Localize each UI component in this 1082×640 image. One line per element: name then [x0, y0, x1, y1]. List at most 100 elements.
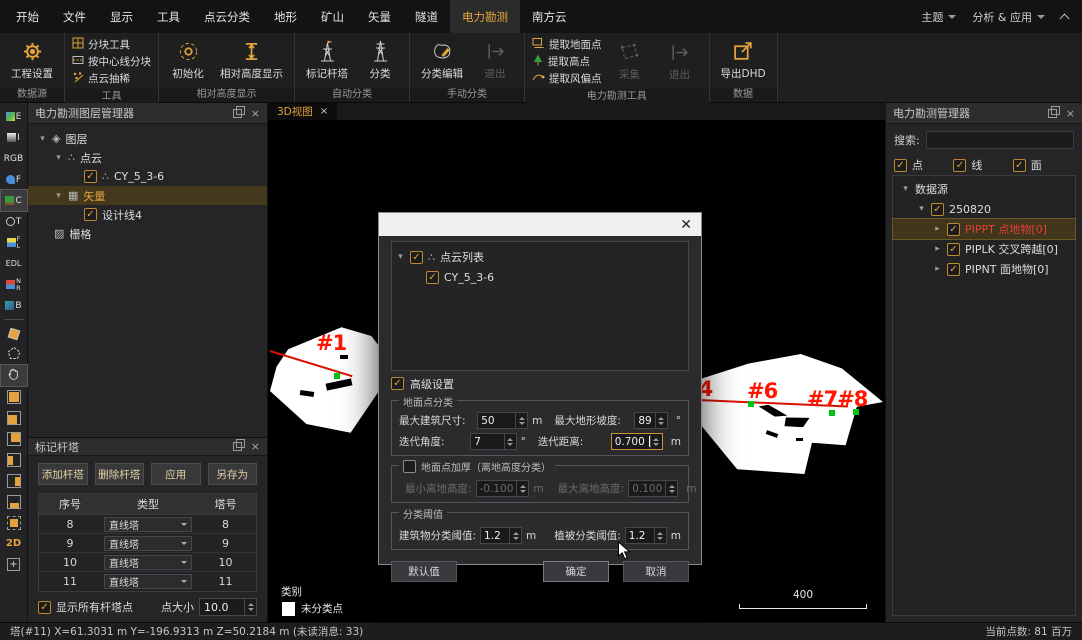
tree-item-layers[interactable]: ▾ ◈ 图层 [28, 129, 267, 148]
filter-face-checkbox[interactable]: ✓面 [1013, 157, 1072, 173]
tree-item-cy536[interactable]: ✓ ∴ CY_5_3-6 [28, 167, 267, 186]
expander-icon[interactable]: ▾ [38, 134, 47, 144]
view-cube-iso-button[interactable] [1, 386, 27, 407]
checkbox-checked[interactable]: ✓ [947, 223, 960, 236]
view-cube-back-button[interactable] [1, 428, 27, 449]
table-row[interactable]: 8 直线塔 8 [39, 515, 256, 534]
default-values-button[interactable]: 默认值 [391, 561, 457, 582]
extract-high-points-button[interactable]: 提取高点 [532, 53, 602, 69]
blend-render-button[interactable]: B [1, 295, 27, 316]
checkbox-checked[interactable]: ✓ [1013, 159, 1026, 172]
building-threshold-input[interactable]: 1.2 [480, 527, 522, 544]
float-panel-icon[interactable] [1048, 109, 1057, 118]
tree-item-designline4[interactable]: ✓ 设计线4 [28, 205, 267, 224]
collapse-ribbon-icon[interactable] [1060, 13, 1070, 23]
tab-3d-view[interactable]: 3D视图 × [268, 103, 337, 120]
menu-item-vector[interactable]: 矢量 [356, 0, 403, 33]
cancel-button[interactable]: 取消 [623, 561, 689, 582]
menu-item-terrain[interactable]: 地形 [262, 0, 309, 33]
menu-item-power-survey[interactable]: 电力勘测 [450, 0, 520, 33]
table-row[interactable]: 10 直线塔 10 [39, 553, 256, 572]
view-cube-right-button[interactable] [1, 470, 27, 491]
expander-icon[interactable]: ▾ [901, 184, 910, 194]
show-all-tower-points-checkbox[interactable]: ✓ [38, 601, 51, 614]
rgb-render-button[interactable]: RGB [1, 148, 27, 169]
mark-towers-button[interactable]: 标记杆塔 [302, 37, 352, 83]
checkbox-checked[interactable]: ✓ [84, 208, 97, 221]
menu-item-mine[interactable]: 矿山 [309, 0, 356, 33]
checkbox-checked[interactable]: ✓ [947, 263, 960, 276]
menu-item-tools[interactable]: 工具 [145, 0, 192, 33]
classify-button[interactable]: 分类 [358, 37, 402, 83]
expander-icon[interactable]: ▾ [54, 153, 63, 163]
point-size-spinner[interactable]: 10.0 [199, 598, 257, 616]
number-of-returns-button[interactable]: NR [1, 274, 27, 295]
flight-line-render-button[interactable]: F [1, 169, 27, 190]
add-viewport-button[interactable]: + [1, 554, 27, 575]
save-as-button[interactable]: 另存为 [208, 463, 258, 485]
first-last-return-button[interactable]: FL [1, 232, 27, 253]
table-row[interactable]: 11 直线塔 11 [39, 572, 256, 591]
close-panel-icon[interactable]: × [251, 441, 260, 452]
zoom-extent-button[interactable] [1, 512, 27, 533]
block-tool-button[interactable]: 分块工具 [72, 36, 151, 52]
max-building-size-input[interactable]: 50 [477, 412, 528, 429]
checkbox-checked[interactable]: ✓ [947, 243, 960, 256]
close-tab-icon[interactable]: × [320, 106, 328, 117]
tree-item-pointcloud-list[interactable]: ▾ ✓ ∴ 点云列表 [396, 247, 684, 267]
tree-item-raster[interactable]: ▨ 栅格 [28, 224, 267, 243]
spinner-arrows[interactable] [509, 528, 521, 543]
checkbox-checked[interactable]: ✓ [84, 170, 97, 183]
tree-item-250820[interactable]: ▾ ✓ 250820 [893, 199, 1075, 219]
theme-dropdown[interactable]: 主题 [921, 9, 956, 25]
float-panel-icon[interactable] [233, 109, 242, 118]
filter-point-checkbox[interactable]: ✓点 [894, 157, 953, 173]
spinner-arrows[interactable] [650, 434, 662, 449]
filter-line-checkbox[interactable]: ✓线 [953, 157, 1012, 173]
spinner-arrows[interactable] [515, 413, 527, 428]
intensity-render-button[interactable]: I [1, 127, 27, 148]
vegetation-threshold-input[interactable]: 1.2 [625, 527, 667, 544]
pan-tool[interactable] [1, 365, 27, 386]
checkbox-checked[interactable]: ✓ [953, 159, 966, 172]
expander-icon[interactable]: ▾ [917, 204, 926, 214]
elevation-render-button[interactable]: E [1, 106, 27, 127]
tree-item-vector[interactable]: ▾ ▦ 矢量 [28, 186, 267, 205]
dialog-titlebar[interactable]: ✕ [379, 213, 701, 236]
expander-icon[interactable]: ▸ [933, 244, 942, 254]
menu-item-southern-cloud[interactable]: 南方云 [520, 0, 579, 33]
tower-type-dropdown[interactable]: 直线塔 [104, 517, 192, 532]
extract-windage-points-button[interactable]: 提取风偏点 [532, 70, 602, 86]
iteration-distance-input[interactable]: 0.700 [611, 433, 663, 450]
expander-icon[interactable]: ▸ [933, 224, 942, 234]
close-panel-icon[interactable]: × [1066, 108, 1075, 119]
expander-icon[interactable]: ▾ [396, 252, 405, 262]
paint-bucket-tool[interactable] [1, 323, 27, 344]
table-row[interactable]: 9 直线塔 9 [39, 534, 256, 553]
menu-item-display[interactable]: 显示 [98, 0, 145, 33]
expander-icon[interactable]: ▾ [54, 191, 63, 201]
menu-item-file[interactable]: 文件 [51, 0, 98, 33]
tree-item-piplk[interactable]: ▸ ✓ PIPLK 交叉跨越[0] [893, 239, 1075, 259]
pointcloud-thinning-button[interactable]: 点云抽稀 [72, 70, 151, 86]
tree-item-pointcloud[interactable]: ▾ ∴ 点云 [28, 148, 267, 167]
view-cube-bottom-button[interactable] [1, 491, 27, 512]
tree-item-datasource[interactable]: ▾ 数据源 [893, 179, 1075, 199]
checkbox-checked[interactable]: ✓ [894, 159, 907, 172]
export-dhd-button[interactable]: 导出DHD [717, 37, 770, 83]
spinner-arrows[interactable] [504, 434, 516, 449]
view-cube-front-button[interactable] [1, 407, 27, 428]
classify-edit-button[interactable]: 分类编辑 [417, 37, 467, 83]
toggle-2d-view-button[interactable]: 2D [1, 533, 27, 554]
relative-height-display-button[interactable]: 相对高度显示 [216, 37, 287, 83]
menu-item-start[interactable]: 开始 [4, 0, 51, 33]
checkbox-checked[interactable]: ✓ [391, 377, 404, 390]
classification-render-button[interactable]: C [1, 190, 27, 211]
analysis-apps-dropdown[interactable]: 分析 & 应用 [972, 9, 1045, 25]
edl-render-button[interactable]: EDL [1, 253, 27, 274]
checkbox-checked[interactable]: ✓ [410, 251, 423, 264]
expander-icon[interactable]: ▸ [933, 264, 942, 274]
tower-type-dropdown[interactable]: 直线塔 [104, 536, 192, 551]
iteration-angle-input[interactable]: 7 [470, 433, 516, 450]
spinner-arrows[interactable] [654, 528, 666, 543]
